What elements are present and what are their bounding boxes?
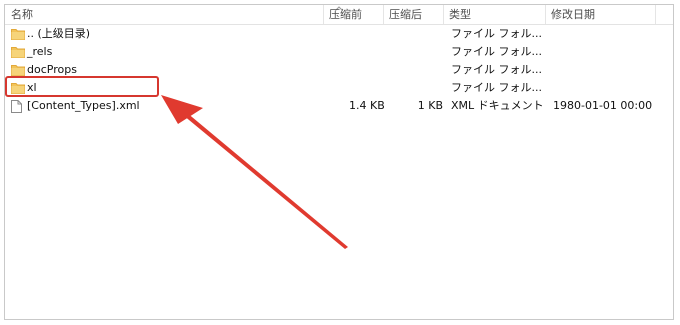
list-item-rels[interactable]: _rels ファイル フォル...	[5, 43, 673, 61]
column-separator[interactable]	[443, 5, 444, 24]
item-size	[349, 43, 383, 61]
column-header-type[interactable]: 类型	[449, 5, 471, 24]
item-name: _rels	[27, 45, 53, 58]
item-size: 1.4 KB	[349, 99, 385, 112]
item-size	[349, 79, 383, 97]
column-separator[interactable]	[383, 5, 384, 24]
item-name: .. (上级目录)	[27, 27, 91, 40]
item-size	[349, 25, 383, 43]
item-date: 1980-01-01 00:00	[553, 99, 653, 112]
item-packed-size	[409, 61, 443, 79]
item-packed-size	[409, 79, 443, 97]
column-header-date[interactable]: 修改日期	[551, 5, 595, 24]
item-type: ファイル フォル...	[451, 45, 542, 58]
item-type: ファイル フォル...	[451, 63, 542, 76]
folder-icon	[11, 46, 25, 59]
folder-icon	[11, 28, 25, 41]
list-item-parent-dir[interactable]: .. (上级目录) ファイル フォル...	[5, 25, 673, 43]
column-header-size[interactable]: 压缩前	[329, 5, 362, 24]
column-separator[interactable]	[545, 5, 546, 24]
file-list-panel: 名称 压缩前 压缩后 类型 修改日期 .. (上级目录) ファイル フォル...	[4, 4, 674, 320]
file-icon	[11, 100, 25, 113]
item-packed-size	[409, 43, 443, 61]
item-packed-size	[409, 25, 443, 43]
list-item-content-types[interactable]: [Content_Types].xml 1.4 KB 1 KB XML ドキュメ…	[5, 97, 673, 115]
item-size	[349, 61, 383, 79]
column-separator[interactable]	[655, 5, 656, 24]
item-name: [Content_Types].xml	[27, 99, 140, 112]
column-separator[interactable]	[323, 5, 324, 24]
file-list: .. (上级目录) ファイル フォル... _rels ファイル フォル... …	[5, 25, 673, 115]
item-packed-size: 1 KB	[417, 99, 443, 112]
item-type: XML ドキュメント	[451, 99, 544, 112]
column-header-row: 名称 压缩前 压缩后 类型 修改日期	[5, 5, 673, 25]
item-type: ファイル フォル...	[451, 81, 542, 94]
column-header-name[interactable]: 名称	[11, 5, 33, 24]
highlight-annotation-box	[5, 76, 159, 97]
column-header-packed[interactable]: 压缩后	[389, 5, 422, 24]
item-type: ファイル フォル...	[451, 27, 542, 40]
